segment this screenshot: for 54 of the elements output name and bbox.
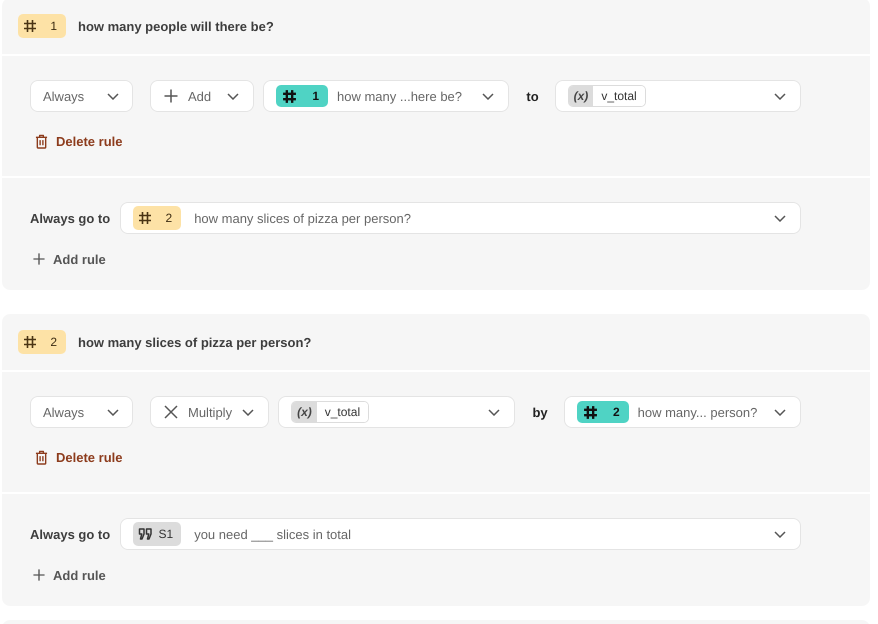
question-title: how many people will there be? <box>78 18 274 34</box>
question-number: 1 <box>50 19 57 33</box>
question-dropdown[interactable]: 1 how many ...here be? <box>263 80 510 112</box>
condition-dropdown[interactable]: Always <box>30 396 133 428</box>
hash-icon <box>138 211 152 225</box>
question-text: how many ...here be? <box>337 88 462 104</box>
question-text: how many slices of pizza per person? <box>194 210 411 226</box>
question-number: 1 <box>312 89 319 103</box>
operation-dropdown[interactable]: Multiply <box>150 396 270 428</box>
hash-icon <box>282 88 297 104</box>
delete-rule-button[interactable]: Delete rule <box>35 131 122 151</box>
chevron-down-icon <box>227 92 239 100</box>
quote-icon <box>138 528 154 540</box>
goto-label: Always go to <box>30 526 110 542</box>
chevron-down-icon <box>774 408 786 416</box>
question-dropdown[interactable]: 2 how many... person? <box>564 396 801 428</box>
chevron-down-icon <box>242 408 254 416</box>
plus-icon <box>33 253 45 265</box>
variable-dropdown[interactable]: (x) v_total <box>278 396 516 428</box>
chevron-down-icon <box>107 92 119 100</box>
chevron-down-icon <box>774 530 786 538</box>
variable-dropdown[interactable]: (x) v_total <box>554 80 801 112</box>
statement-number: S1 <box>158 527 174 541</box>
connector-label: by <box>532 404 548 420</box>
hash-icon <box>582 404 598 420</box>
condition-dropdown[interactable]: Always <box>30 80 133 112</box>
hash-icon <box>23 19 37 33</box>
hash-icon <box>23 335 37 349</box>
chevron-down-icon <box>774 214 786 222</box>
trash-icon <box>35 450 48 464</box>
trash-icon <box>35 134 48 148</box>
chevron-down-icon <box>774 92 786 100</box>
add-rule-button[interactable]: Add rule <box>33 565 106 585</box>
chevron-down-icon <box>482 92 494 100</box>
multiply-icon <box>164 405 178 419</box>
destination-dropdown[interactable]: 2 how many slices of pizza per person? <box>120 202 801 234</box>
statement-text: you need ___ slices in total <box>194 526 352 542</box>
connector-label: to <box>526 88 539 104</box>
question-title: how many slices of pizza per person? <box>78 334 312 350</box>
variable-symbol: (x) <box>292 402 317 422</box>
add-rule-button[interactable]: Add rule <box>33 249 106 269</box>
question-number: 2 <box>612 405 620 419</box>
plus-icon <box>164 89 178 103</box>
variable-symbol: (x) <box>568 86 594 106</box>
chevron-down-icon <box>107 408 119 416</box>
chevron-down-icon <box>488 408 500 416</box>
delete-rule-button[interactable]: Delete rule <box>35 447 122 467</box>
operation-dropdown[interactable]: Add <box>150 80 254 112</box>
goto-label: Always go to <box>30 210 110 226</box>
plus-icon <box>33 569 45 581</box>
question-number: 2 <box>50 335 57 349</box>
destination-dropdown[interactable]: S1 you need ___ slices in total <box>120 518 801 550</box>
question-number: 2 <box>166 211 172 225</box>
question-text: how many... person? <box>638 404 758 420</box>
